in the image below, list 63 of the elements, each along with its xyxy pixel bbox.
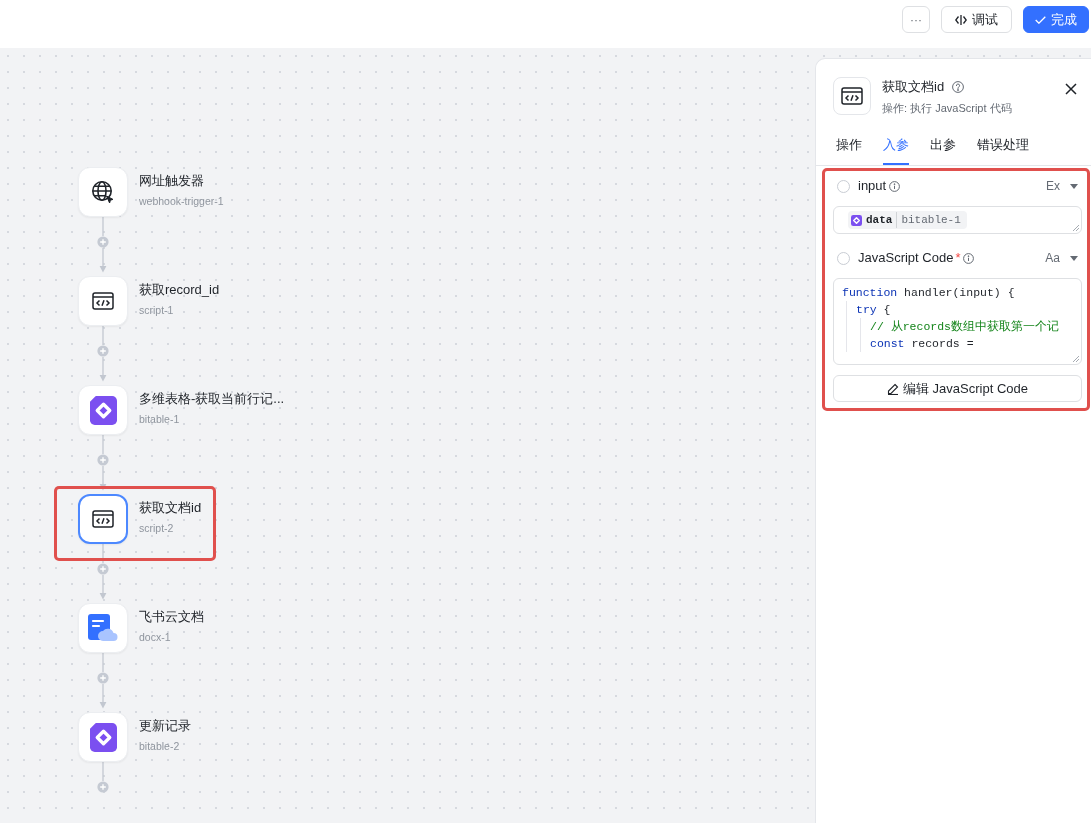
close-icon[interactable]: [1065, 83, 1077, 95]
code-window-icon: [92, 292, 114, 310]
diamond-app-icon: [89, 395, 117, 425]
connector-arrow: [99, 356, 107, 382]
pencil-icon: [887, 382, 899, 395]
node-id: script-2: [139, 521, 175, 535]
debug-button[interactable]: 调试: [941, 6, 1012, 33]
code-window-icon: [833, 77, 871, 115]
mode-selector[interactable]: Aa: [1045, 249, 1060, 267]
node-title: 获取文档id: [139, 500, 202, 516]
connector-arrow: [99, 465, 107, 491]
code-line: const records =: [870, 336, 975, 352]
node-title: 获取record_id: [139, 282, 220, 298]
caret-icon[interactable]: [1070, 183, 1078, 189]
code-line: // 从records数组中获取第一个记: [870, 319, 1060, 335]
radio-button[interactable]: [837, 251, 850, 265]
caret-icon[interactable]: [1070, 255, 1078, 261]
node-id: bitable-2: [139, 739, 181, 753]
resize-grip-icon[interactable]: [1073, 356, 1079, 362]
code-editor[interactable]: function handler(input) { try { // 从records数组中获取第一个记 const records =: [833, 278, 1082, 365]
help-icon[interactable]: [952, 81, 965, 93]
node-id: webhook-trigger-1: [139, 194, 224, 208]
resize-grip-icon[interactable]: [1073, 225, 1079, 231]
done-button[interactable]: 完成: [1023, 6, 1089, 33]
info-icon[interactable]: [889, 180, 901, 192]
workflow-node[interactable]: [78, 494, 128, 544]
variable-source: bitable-1: [896, 211, 961, 229]
node-title: 网址触发器: [139, 173, 205, 189]
connector-arrow: [99, 247, 107, 273]
required-mark: *: [955, 249, 961, 268]
diamond-app-icon: [89, 722, 117, 752]
panel-title: 获取文档id: [882, 78, 945, 97]
document-cloud-icon: [88, 614, 118, 642]
connector-arrow: [99, 683, 107, 709]
connector-arrow: [99, 574, 107, 600]
info-icon[interactable]: [963, 252, 975, 264]
variable-name: data: [866, 212, 893, 228]
tab[interactable]: 入参: [883, 134, 909, 165]
edit-code-button[interactable]: 编辑 JavaScript Code: [833, 375, 1082, 402]
variable-tag[interactable]: data bitable-1: [848, 211, 967, 229]
tab[interactable]: 操作: [836, 134, 862, 165]
node-title: 飞书云文档: [139, 609, 204, 625]
parameter-label: JavaScript Code: [858, 249, 954, 268]
radio-button[interactable]: [837, 179, 850, 193]
tab[interactable]: 错误处理: [977, 134, 1029, 165]
globe-icon: [91, 180, 115, 204]
check-icon: [1035, 15, 1046, 24]
code-icon: [955, 13, 967, 26]
code-line: function handler(input) {: [842, 285, 1016, 301]
mode-selector[interactable]: Ex: [1046, 177, 1060, 195]
node-title: 更新记录: [139, 718, 191, 734]
parameter-label: input: [858, 177, 887, 196]
tab[interactable]: 出参: [930, 134, 956, 165]
panel-subtitle: 操作: 执行 JavaScript 代码: [882, 101, 1012, 116]
node-title: 多维表格-获取当前行记...: [139, 391, 285, 407]
more-button[interactable]: ···: [902, 6, 930, 33]
node-id: script-1: [139, 303, 175, 317]
code-window-icon: [92, 510, 114, 528]
node-id: docx-1: [139, 630, 172, 644]
code-line: try {: [856, 302, 892, 318]
diamond-app-icon: [851, 214, 862, 226]
node-id: bitable-1: [139, 412, 181, 426]
input-field[interactable]: data bitable-1: [833, 206, 1082, 234]
